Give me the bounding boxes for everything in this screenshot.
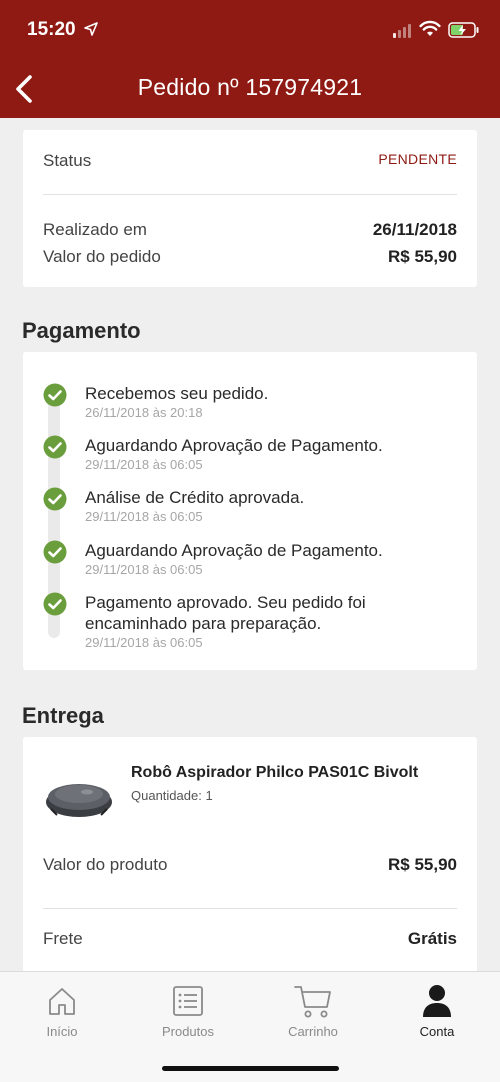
tab-label: Produtos	[161, 1024, 215, 1039]
wifi-icon	[419, 20, 441, 36]
shipping-value: Grátis	[407, 929, 457, 948]
shipping-row: Frete Grátis	[43, 929, 457, 949]
check-circle-icon	[43, 435, 67, 459]
tab-label: Conta	[419, 1024, 455, 1039]
product-quantity: Quantidade: 1	[131, 788, 213, 803]
tab-label: Carrinho	[288, 1024, 338, 1039]
total-row: Valor do pedido R$ 55,90	[43, 247, 457, 267]
status-badge: PENDENTE	[378, 151, 457, 167]
step-text: Recebemos seu pedido.	[85, 384, 269, 403]
product-name[interactable]: Robô Aspirador Philco PAS01C Bivolt	[131, 764, 418, 782]
list-icon	[173, 986, 203, 1016]
step-text: Aguardando Aprovação de Pagamento.	[85, 436, 383, 455]
step-date: 29/11/2018 às 06:05	[85, 562, 203, 577]
status-bar: 15:20	[0, 0, 500, 60]
step-text: Análise de Crédito aprovada.	[85, 488, 305, 507]
step-date: 29/11/2018 às 06:05	[85, 635, 203, 650]
date-label: Realizado em	[43, 220, 147, 239]
status-label: Status	[43, 151, 92, 170]
cart-icon	[294, 986, 331, 1018]
tab-produtos[interactable]: Produtos	[143, 982, 233, 1039]
divider	[43, 908, 457, 909]
product-value-label: Valor do produto	[43, 855, 168, 874]
total-label: Valor do pedido	[43, 247, 161, 266]
tab-carrinho[interactable]: Carrinho	[268, 982, 358, 1039]
check-circle-icon	[43, 383, 67, 407]
check-circle-icon	[43, 592, 67, 616]
payment-timeline-card: Recebemos seu pedido. 26/11/2018 às 20:18…	[23, 352, 477, 670]
tab-label: Início	[46, 1024, 78, 1039]
payment-section-title: Pagamento	[22, 318, 141, 343]
check-circle-icon	[43, 487, 67, 511]
robot-vacuum-image	[46, 784, 112, 817]
location-arrow-icon	[84, 22, 98, 36]
home-indicator	[162, 1066, 339, 1071]
user-icon	[423, 985, 451, 1017]
step-date: 29/11/2018 às 06:05	[85, 457, 203, 472]
check-circle-icon	[43, 540, 67, 564]
divider	[43, 194, 457, 195]
step-date: 29/11/2018 às 06:05	[85, 509, 203, 524]
product-value-row: Valor do produto R$ 55,90	[43, 855, 457, 875]
order-summary-card: Status PENDENTE Realizado em 26/11/2018 …	[23, 130, 477, 287]
home-icon	[49, 988, 75, 1015]
app-header: 15:20 Pedido nº 157974921	[0, 0, 500, 118]
product-value: R$ 55,90	[388, 855, 457, 874]
page-title: Pedido nº 157974921	[137, 74, 363, 100]
total-value: R$ 55,90	[388, 247, 457, 266]
cellular-signal-icon	[393, 24, 411, 38]
step-date: 26/11/2018 às 20:18	[85, 405, 203, 420]
delivery-card: Robô Aspirador Philco PAS01C Bivolt Quan…	[23, 737, 477, 977]
status-row: Status PENDENTE	[43, 151, 457, 171]
clock: 15:20	[27, 19, 76, 40]
step-text: Pagamento aprovado. Seu pedido foi encam…	[85, 593, 366, 633]
step-text: Aguardando Aprovação de Pagamento.	[85, 541, 383, 560]
delivery-section-title: Entrega	[22, 703, 104, 728]
tab-conta[interactable]: Conta	[392, 982, 482, 1039]
date-row: Realizado em 26/11/2018	[43, 220, 457, 240]
nav-bar: Pedido nº 157974921	[0, 60, 500, 118]
shipping-label: Frete	[43, 929, 83, 948]
date-value: 26/11/2018	[372, 220, 457, 239]
tab-inicio[interactable]: Início	[17, 982, 107, 1039]
battery-charging-icon	[448, 22, 479, 38]
